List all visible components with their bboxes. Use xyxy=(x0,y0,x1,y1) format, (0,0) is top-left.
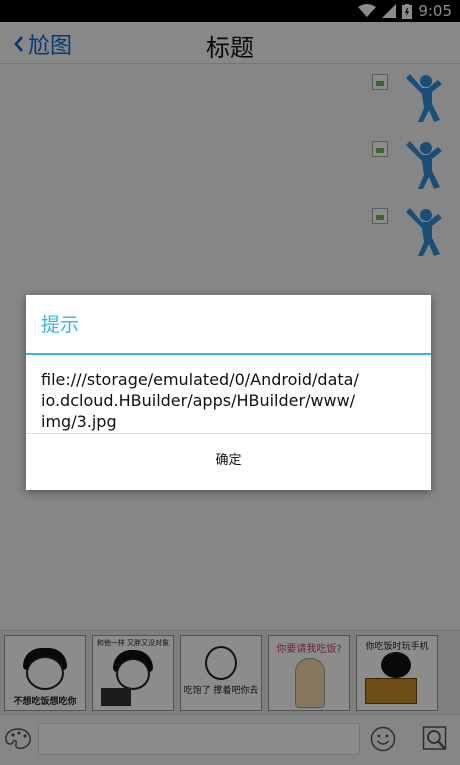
dialog-message: file:///storage/emulated/0/Android/data/… xyxy=(26,355,431,434)
alert-dialog: 提示 file:///storage/emulated/0/Android/da… xyxy=(26,295,431,490)
confirm-button[interactable]: 确定 xyxy=(26,434,431,488)
dialog-title: 提示 xyxy=(26,295,431,355)
